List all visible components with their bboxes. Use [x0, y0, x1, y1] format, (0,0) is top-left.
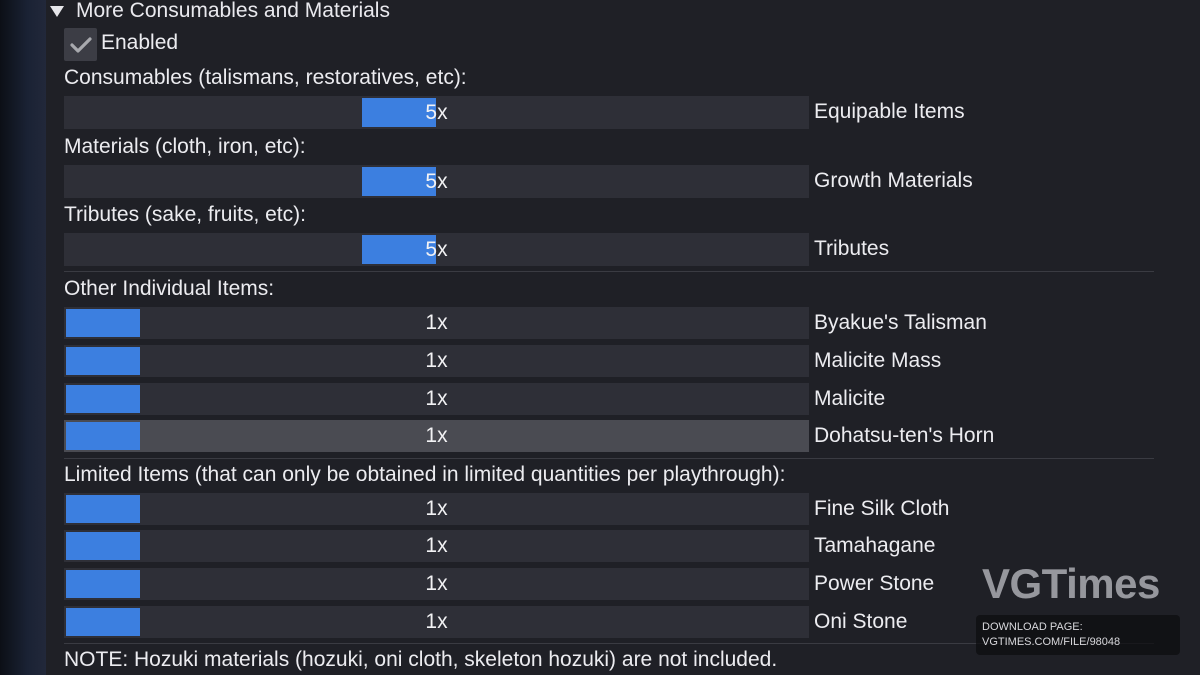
limited-items-heading: Limited Items (that can only be obtained… — [64, 463, 786, 486]
slider-value: 1x — [425, 311, 448, 334]
background-edge — [0, 0, 46, 675]
slider-value: 5x — [425, 169, 448, 193]
materials-slider[interactable]: 5x — [64, 165, 809, 198]
byakue-talisman-label: Byakue's Talisman — [814, 311, 987, 334]
download-line-1: DOWNLOAD PAGE: — [982, 621, 1083, 633]
slider-value: 1x — [425, 572, 448, 595]
power-stone-slider[interactable]: 1x — [64, 568, 809, 600]
oni-stone-label: Oni Stone — [814, 610, 908, 633]
enabled-label: Enabled — [101, 31, 179, 54]
slider-value: 1x — [425, 424, 448, 447]
byakue-talisman-slider[interactable]: 1x — [64, 307, 809, 339]
enabled-checkbox[interactable] — [64, 28, 97, 61]
malicite-slider[interactable]: 1x — [64, 383, 809, 415]
consumables-label: Consumables (talismans, restoratives, et… — [64, 66, 467, 89]
triangle-down-icon[interactable] — [50, 5, 64, 17]
materials-label: Materials (cloth, iron, etc): — [64, 135, 306, 158]
slider-value: 1x — [425, 497, 448, 520]
dohatsu-ten-horn-slider[interactable]: 1x — [64, 420, 809, 452]
note-text: NOTE: Hozuki materials (hozuki, oni clot… — [64, 648, 778, 671]
tributes-label: Tributes (sake, fruits, etc): — [64, 203, 306, 226]
tributes-slider[interactable]: 5x — [64, 233, 809, 266]
equipable-items-label: Equipable Items — [814, 100, 965, 123]
other-items-heading: Other Individual Items: — [64, 277, 275, 300]
section-header[interactable]: More Consumables and Materials — [50, 0, 390, 24]
download-info-box: DOWNLOAD PAGE: VGTIMES.COM/FILE/98048 — [976, 615, 1180, 655]
malicite-mass-slider[interactable]: 1x — [64, 345, 809, 377]
malicite-label: Malicite — [814, 387, 886, 410]
consumables-slider[interactable]: 5x — [64, 96, 809, 129]
separator — [64, 271, 1154, 272]
vgtimes-watermark: VGTimes — [982, 560, 1160, 607]
tamahagane-label: Tamahagane — [814, 534, 936, 557]
dohatsu-ten-horn-label: Dohatsu-ten's Horn — [814, 424, 995, 447]
malicite-mass-label: Malicite Mass — [814, 349, 942, 372]
slider-value: 5x — [425, 100, 448, 124]
fine-silk-cloth-label: Fine Silk Cloth — [814, 497, 950, 520]
fine-silk-cloth-slider[interactable]: 1x — [64, 493, 809, 525]
checkmark-icon — [69, 36, 92, 53]
oni-stone-slider[interactable]: 1x — [64, 606, 809, 638]
slider-value: 1x — [425, 387, 448, 410]
separator — [64, 458, 1154, 459]
download-line-2: VGTIMES.COM/FILE/98048 — [982, 636, 1121, 648]
tributes-side-label: Tributes — [814, 237, 890, 260]
power-stone-label: Power Stone — [814, 572, 935, 595]
slider-value: 5x — [425, 237, 448, 261]
section-title: More Consumables and Materials — [76, 0, 390, 22]
slider-value: 1x — [425, 610, 448, 633]
tamahagane-slider[interactable]: 1x — [64, 530, 809, 562]
slider-value: 1x — [425, 349, 448, 372]
slider-value: 1x — [425, 534, 448, 557]
growth-materials-label: Growth Materials — [814, 169, 973, 192]
